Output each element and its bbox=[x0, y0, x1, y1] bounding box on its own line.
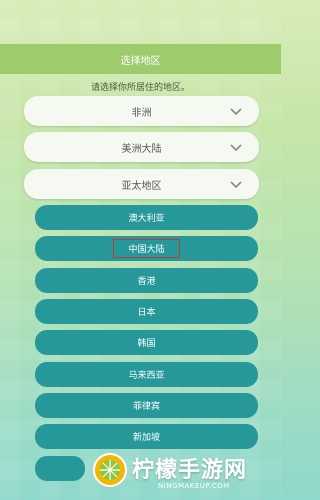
country-label: 日本 bbox=[137, 308, 156, 318]
region-dropdown-asia-pacific[interactable]: 亚太地区 bbox=[24, 169, 259, 199]
country-label: 新加坡 bbox=[132, 433, 160, 443]
chevron-down-icon bbox=[230, 108, 242, 116]
watermark-url: NINGMAKEUP.COM bbox=[158, 482, 230, 490]
region-dropdown-americas[interactable]: 美洲大陆 bbox=[24, 132, 259, 162]
country-button-philippines[interactable]: 菲律宾 bbox=[35, 393, 258, 418]
chevron-down-icon bbox=[230, 144, 242, 152]
country-button-singapore[interactable]: 新加坡 bbox=[35, 424, 258, 449]
country-button-mainland-china[interactable]: 中国大陆 bbox=[35, 236, 258, 261]
country-button-japan[interactable]: 日本 bbox=[35, 299, 258, 324]
country-label: 中国大陆 bbox=[113, 239, 180, 258]
region-label: 非洲 bbox=[131, 107, 152, 119]
chevron-down-icon bbox=[230, 181, 242, 189]
country-label: 澳大利亚 bbox=[128, 214, 165, 224]
country-label: 菲律宾 bbox=[132, 402, 160, 412]
country-button-hong-kong[interactable]: 香港 bbox=[35, 268, 258, 293]
country-label: 马来西亚 bbox=[128, 371, 165, 381]
country-label: 韩国 bbox=[137, 339, 156, 349]
page-title-bar: 选择地区 bbox=[0, 44, 281, 74]
country-button-malaysia[interactable]: 马来西亚 bbox=[35, 362, 258, 387]
country-label: 香港 bbox=[137, 277, 156, 287]
region-label: 美洲大陆 bbox=[121, 143, 162, 155]
page-title: 选择地区 bbox=[120, 55, 161, 67]
region-dropdown-africa[interactable]: 非洲 bbox=[24, 96, 259, 126]
lemon-logo-icon bbox=[93, 453, 127, 487]
country-button-australia[interactable]: 澳大利亚 bbox=[35, 205, 258, 230]
instruction-text: 请选择你所居住的地区。 bbox=[90, 83, 190, 93]
country-button-partial[interactable] bbox=[35, 456, 85, 481]
region-label: 亚太地区 bbox=[121, 180, 162, 192]
country-button-korea[interactable]: 韩国 bbox=[35, 330, 258, 355]
watermark-name: 柠檬手游网 bbox=[132, 458, 248, 483]
